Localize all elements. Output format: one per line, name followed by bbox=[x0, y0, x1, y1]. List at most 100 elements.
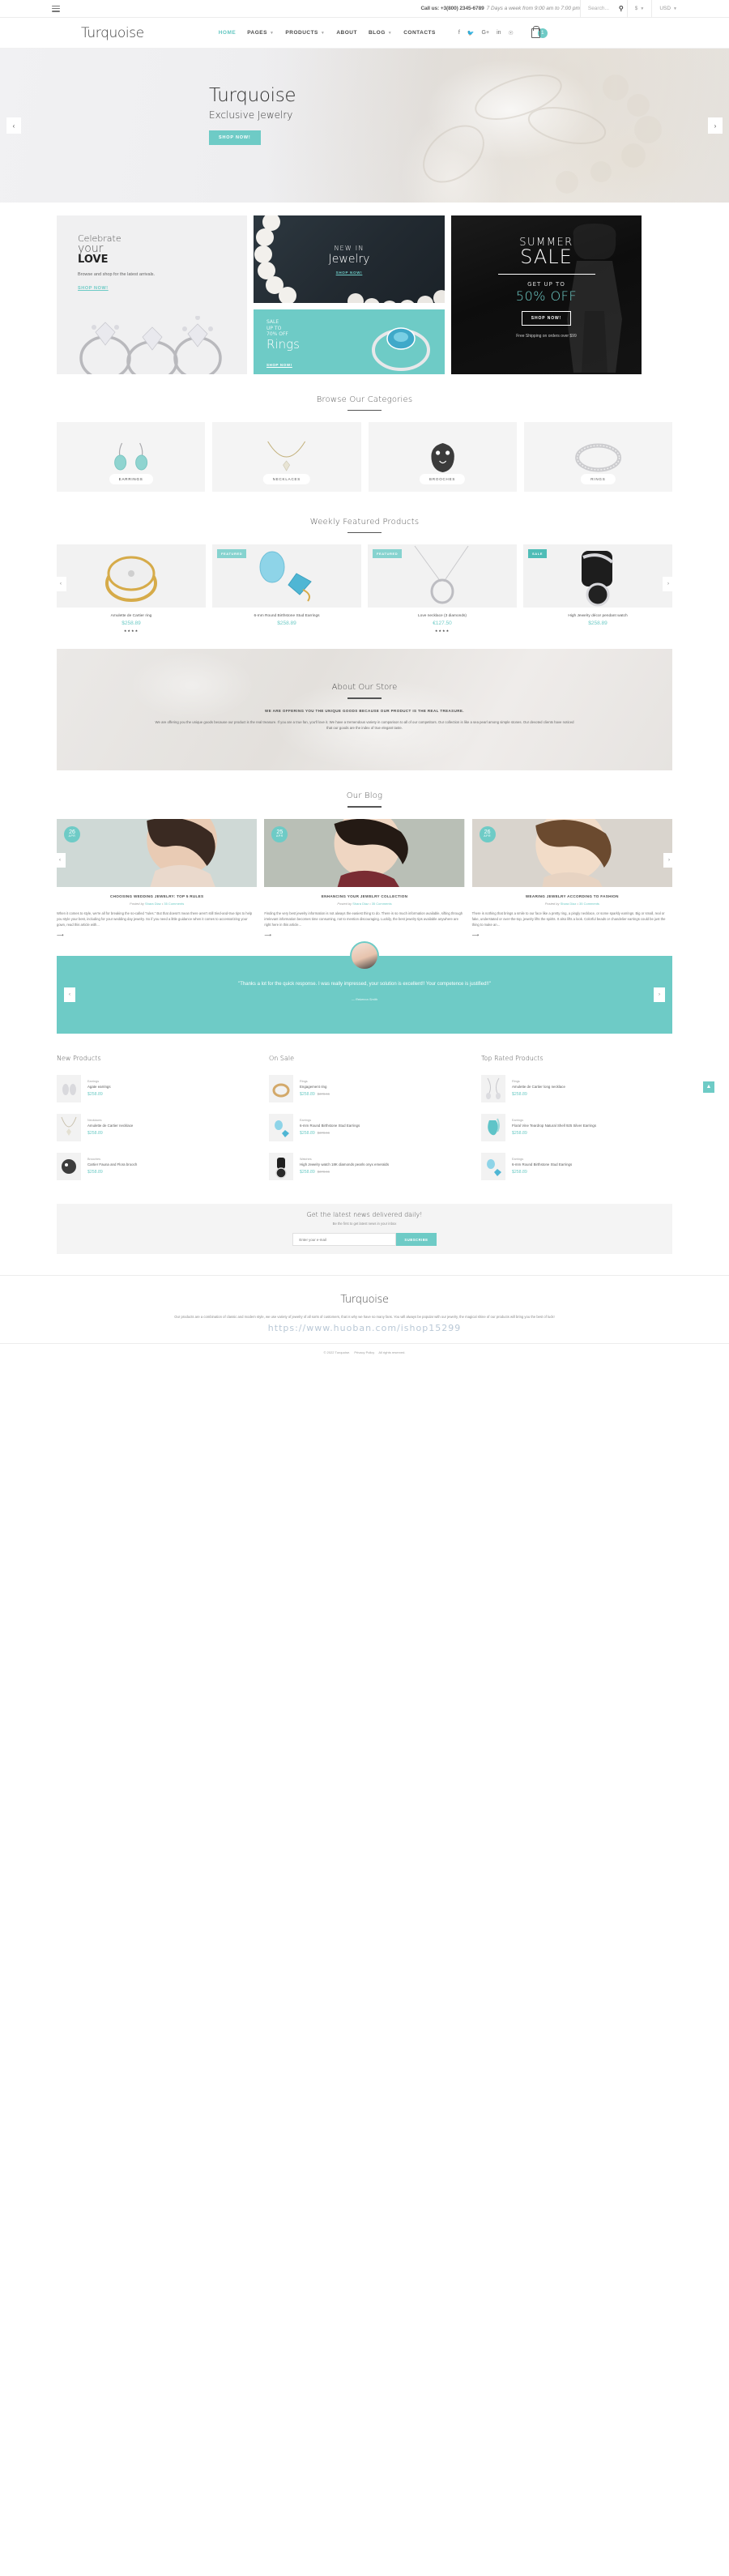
copyright-text: © 2022 Turquoise. bbox=[323, 1350, 351, 1355]
product-card[interactable]: FEATURED Love necklace (3 diamonds) €127… bbox=[368, 544, 517, 633]
hero-next-button[interactable]: › bbox=[708, 117, 723, 134]
blog-meta-author[interactable]: Shara Diaz bbox=[145, 902, 161, 906]
newsletter-subscribe-button[interactable]: SUBSCRIBE bbox=[396, 1233, 437, 1247]
blog-title[interactable]: ENHANCING YOUR JEWELRY COLLECTION bbox=[264, 894, 464, 898]
blog-meta-comments[interactable]: 35 Comments bbox=[164, 902, 184, 906]
footer-link-privacy[interactable]: Privacy Policy bbox=[354, 1350, 374, 1354]
category-card-rings[interactable]: RINGS bbox=[523, 422, 672, 493]
list-item[interactable]: Necklaces Amulette de Cartier necklace $… bbox=[57, 1108, 248, 1147]
category-card-earrings[interactable]: EARRINGS bbox=[57, 422, 206, 493]
nav-item-blog[interactable]: BLOG ▼ bbox=[369, 30, 392, 36]
blog-title[interactable]: CHOOSING WEDDING JEWELRY: TOP 5 RULES bbox=[57, 894, 257, 898]
footer-logo[interactable]: Turquoise bbox=[0, 1294, 729, 1306]
pinterest-icon[interactable]: ☉ bbox=[509, 30, 514, 36]
hero-prev-button[interactable]: ‹ bbox=[6, 117, 21, 134]
search-input[interactable]: Search... bbox=[588, 6, 609, 11]
nav-label: PAGES bbox=[247, 30, 267, 36]
list-item[interactable]: Earrings 6-mm Round Birthstone Stud Earr… bbox=[481, 1147, 672, 1186]
linkedin-icon[interactable]: in bbox=[497, 30, 501, 36]
list-item[interactable]: Earrings Agate earrings $258.89 bbox=[57, 1069, 248, 1108]
hamburger-icon[interactable] bbox=[52, 5, 60, 12]
blog-title[interactable]: WEARING JEWELRY ACCORDING TO FASHION bbox=[472, 894, 672, 898]
site-logo[interactable]: Turquoise bbox=[81, 25, 144, 41]
search-box[interactable]: Search... ⚲ bbox=[579, 0, 627, 18]
nav-item-pages[interactable]: PAGES ▼ bbox=[247, 30, 274, 36]
nav-item-products[interactable]: PRODUCTS ▼ bbox=[285, 30, 325, 36]
newsletter-email-input[interactable] bbox=[292, 1233, 397, 1247]
list-item[interactable]: Rings Amulette de Cartier long necklace … bbox=[481, 1069, 672, 1108]
product-card[interactable]: SALE High Jewelry décor pendant watch $2… bbox=[523, 544, 672, 633]
product-list-new: New Products Earrings Agate earrings $25… bbox=[57, 1055, 248, 1186]
list-heading: Top Rated Products bbox=[481, 1054, 544, 1062]
top-bar: Call us: +3(800) 2345-6789 7 Days a week… bbox=[0, 0, 729, 18]
category-card-necklaces[interactable]: NECKLACES bbox=[212, 422, 361, 493]
blog-month: APR bbox=[68, 834, 76, 838]
hero-shop-now-button[interactable]: SHOP NOW! bbox=[209, 130, 261, 145]
currency-symbol-selector[interactable]: $ ▼ bbox=[626, 0, 652, 18]
blog-prev-button[interactable]: ‹ bbox=[54, 852, 66, 868]
product-card[interactable]: Amulette de Cartier ring $258.89 ★★★★ bbox=[57, 544, 206, 633]
list-item-name[interactable]: 6-mm Round Birthstone Stud Earrings bbox=[300, 1124, 360, 1128]
cart-button[interactable]: 1 bbox=[531, 25, 548, 38]
blog-card[interactable]: 25 APR ENHANCING YOUR JEWELRY COLLECTION… bbox=[264, 818, 465, 938]
list-item-name[interactable]: Cartier Fauna and Flora brooch bbox=[87, 1162, 137, 1167]
list-item[interactable]: Watches High Jewelry watch 18K diamonds … bbox=[269, 1147, 460, 1186]
nav-item-about[interactable]: ABOUT bbox=[336, 30, 357, 36]
promo-rings-shop-link[interactable]: SHOP NOW! bbox=[266, 363, 292, 367]
blog-meta-author[interactable]: Shara Diaz bbox=[352, 902, 369, 906]
list-item[interactable]: Earrings Floral Vine Teardrop Natural Sh… bbox=[481, 1108, 672, 1147]
product-card[interactable]: FEATURED 6-mm Round Birthstone Stud Earr… bbox=[212, 544, 361, 633]
blog-photo-2 bbox=[264, 818, 465, 887]
list-item-name[interactable]: Floral Vine Teardrop Natural Shell 925 S… bbox=[512, 1124, 596, 1128]
blog-meta-comments[interactable]: 35 Comments bbox=[579, 902, 599, 906]
testimonial-prev-button[interactable]: ‹ bbox=[64, 987, 75, 1002]
list-item-old-price: $378.66 bbox=[317, 1170, 330, 1175]
blog-next-button[interactable]: › bbox=[663, 852, 675, 868]
featured-next-button[interactable]: › bbox=[663, 577, 674, 592]
google-plus-icon[interactable]: G+ bbox=[482, 30, 490, 36]
nav-item-contacts[interactable]: CONTACTS bbox=[403, 30, 436, 36]
featured-prev-button[interactable]: ‹ bbox=[55, 577, 66, 592]
twitter-icon[interactable]: 🐦 bbox=[467, 30, 475, 36]
scroll-to-top-button[interactable]: ▲ bbox=[703, 1081, 714, 1093]
list-item-name[interactable]: Engagement ring bbox=[300, 1085, 330, 1090]
promo-banner-love[interactable]: Celebrate your LOVE Browse and shop for … bbox=[57, 215, 247, 374]
list-item-name[interactable]: Agate earrings bbox=[87, 1085, 111, 1090]
facebook-icon[interactable]: f bbox=[458, 30, 460, 36]
blog-card[interactable]: 26 APR CHOOSING WEDDING JEWELRY: TOP 5 R… bbox=[57, 818, 258, 938]
gemstone-ring-image bbox=[372, 327, 430, 371]
list-item-name[interactable]: High Jewelry watch 18K diamonds pearls o… bbox=[300, 1162, 389, 1167]
category-grid: EARRINGS NECKLACES BROOCHES RINGS bbox=[57, 422, 672, 497]
currency-code-selector[interactable]: USD ▼ bbox=[651, 0, 729, 18]
promo-banner-summer-sale[interactable]: SUMMER SALE GET UP TO 50% OFF SHOP NOW! … bbox=[451, 215, 642, 374]
arrow-right-icon[interactable]: ⟶ bbox=[472, 932, 672, 938]
product-list-top-rated: Top Rated Products Rings Amulette de Car… bbox=[481, 1055, 672, 1186]
list-item[interactable]: Earrings 6-mm Round Birthstone Stud Earr… bbox=[269, 1108, 460, 1147]
list-item-name[interactable]: Amulette de Cartier long necklace bbox=[512, 1085, 565, 1090]
testimonial-next-button[interactable]: › bbox=[654, 987, 665, 1002]
blog-meta-comments[interactable]: 35 Comments bbox=[372, 902, 392, 906]
arrow-right-icon[interactable]: ⟶ bbox=[264, 932, 464, 938]
blog-meta-author[interactable]: Shara Diaz bbox=[561, 902, 577, 906]
category-card-brooches[interactable]: BROOCHES bbox=[368, 422, 517, 493]
footer-link-rights[interactable]: All rights reserved. bbox=[378, 1350, 405, 1354]
list-item[interactable]: Brooches Cartier Fauna and Flora brooch … bbox=[57, 1147, 248, 1186]
promo-banner-new-in[interactable]: NEW IN Jewelry SHOP NOW! bbox=[254, 215, 445, 303]
blog-card[interactable]: 26 APR WEARING JEWELRY ACCORDING TO FASH… bbox=[471, 818, 672, 938]
promo-love-shop-link[interactable]: SHOP NOW! bbox=[78, 286, 109, 291]
list-item-name[interactable]: Amulette de Cartier necklace bbox=[87, 1124, 133, 1128]
arrow-right-icon[interactable]: ⟶ bbox=[57, 932, 257, 938]
list-item[interactable]: Rings Engagement ring $258.89 $378.66 bbox=[269, 1069, 460, 1108]
summer-sale-shop-button[interactable]: SHOP NOW! bbox=[521, 311, 572, 326]
diamond-rings-image bbox=[79, 316, 222, 374]
testimonial-quote: "Thanks a lot for the quick response. I … bbox=[238, 981, 491, 987]
search-icon[interactable]: ⚲ bbox=[619, 5, 624, 12]
product-name: Love necklace (3 diamonds) bbox=[418, 614, 467, 619]
nav-item-home[interactable]: HOME bbox=[219, 30, 237, 36]
list-item-category: Earrings bbox=[300, 1119, 312, 1123]
promo-banner-rings[interactable]: SALE UP TO 70% OFF Rings SHOP NOW! bbox=[254, 309, 445, 374]
newsletter-subtitle: Be the first to get latest news in your … bbox=[332, 1222, 397, 1226]
list-item-name[interactable]: 6-mm Round Birthstone Stud Earrings bbox=[512, 1162, 572, 1167]
chevron-down-icon: ▼ bbox=[269, 30, 275, 36]
promo-love-line2: your bbox=[78, 242, 104, 255]
